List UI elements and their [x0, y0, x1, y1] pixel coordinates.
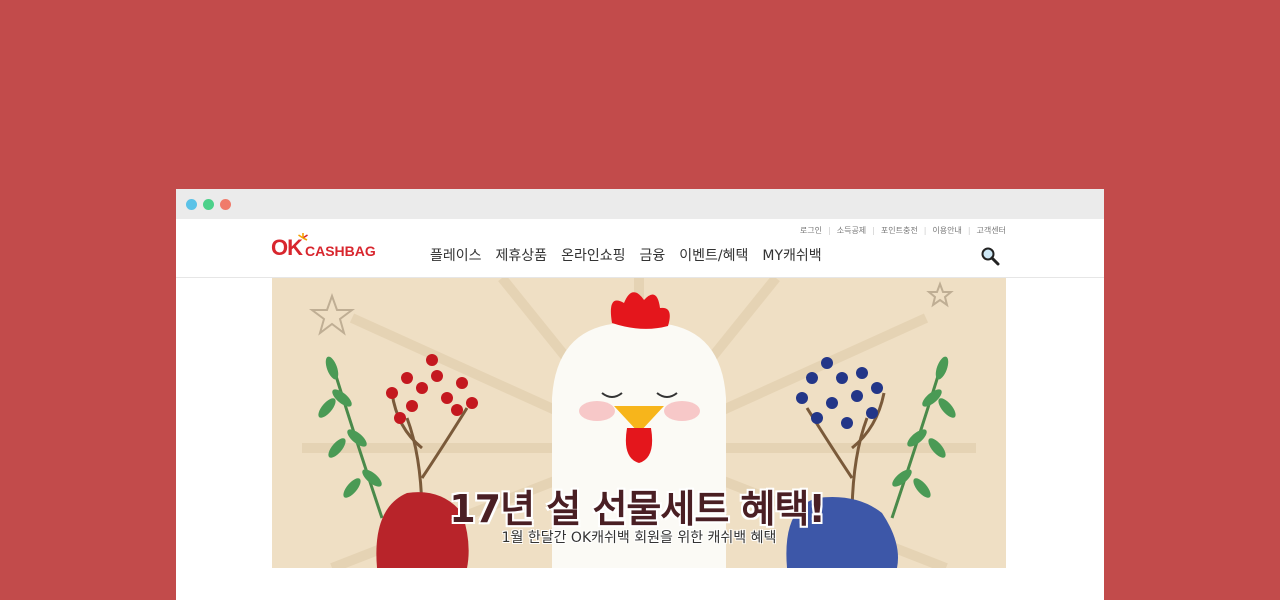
nav-item-shopping[interactable]: 온라인쇼핑 [561, 245, 625, 265]
window-close-button[interactable] [186, 199, 197, 210]
main-nav: 플레이스 제휴상품 온라인쇼핑 금융 이벤트/혜택 MY캐쉬백 [430, 245, 822, 265]
util-support-link[interactable]: 고객센터 [977, 225, 1006, 236]
site-header: 로그인 | 소득공제 | 포인트충전 | 이용안내 | 고객센터 OK CASH… [176, 219, 1104, 278]
logo-cashbag: CASHBAG [305, 243, 376, 259]
nav-item-place[interactable]: 플레이스 [430, 245, 482, 265]
window-minimize-button[interactable] [203, 199, 214, 210]
window-titlebar [176, 189, 1104, 219]
divider: | [923, 226, 927, 235]
site-logo[interactable]: OK CASHBAG [271, 233, 376, 259]
util-login-link[interactable]: 로그인 [800, 225, 822, 236]
divider: | [872, 226, 875, 235]
divider: | [828, 226, 831, 235]
util-charge-link[interactable]: 포인트충전 [881, 225, 918, 236]
banner-headline: 17년 설 선물세트 혜택! [449, 487, 826, 531]
nav-item-partner[interactable]: 제휴상품 [496, 245, 548, 265]
divider: | [967, 226, 971, 235]
star-icon [309, 293, 355, 336]
util-tax-link[interactable]: 소득공제 [837, 225, 866, 236]
nav-item-event[interactable]: 이벤트/혜택 [679, 245, 748, 265]
banner-subline: 1월 한달간 OK캐쉬백 회원을 위한 캐쉬백 혜택 [501, 530, 777, 546]
utility-links: 로그인 | 소득공제 | 포인트충전 | 이용안내 | 고객센터 [800, 225, 1006, 236]
browser-window: 로그인 | 소득공제 | 포인트충전 | 이용안내 | 고객센터 OK CASH… [176, 189, 1104, 600]
nav-item-my[interactable]: MY캐쉬백 [762, 245, 821, 265]
promo-banner[interactable]: 17년 설 선물세트 혜택! 1월 한달간 OK캐쉬백 회원을 위한 캐쉬백 혜… [272, 278, 1006, 568]
nav-item-finance[interactable]: 금융 [639, 245, 665, 265]
search-icon[interactable] [980, 246, 1000, 266]
star-icon [926, 281, 954, 308]
util-guide-link[interactable]: 이용안내 [932, 225, 961, 236]
window-maximize-button[interactable] [220, 199, 231, 210]
logo-spark-icon [298, 233, 308, 241]
